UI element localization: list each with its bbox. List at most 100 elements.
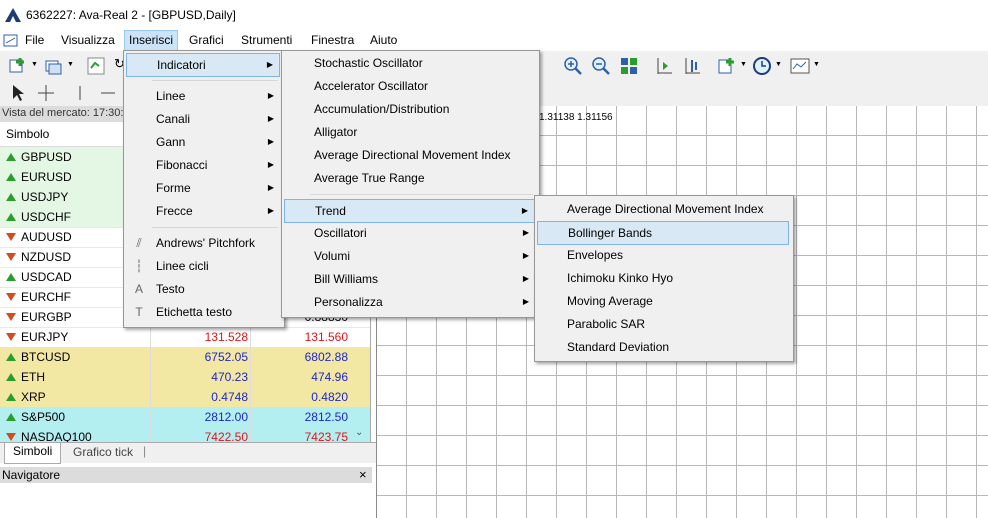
zoom-in-icon[interactable] [563,56,583,76]
menu-item-frecce[interactable]: Frecce ▶ [126,200,280,222]
menu-item-standard-deviation[interactable]: Standard Deviation [537,336,789,358]
submenu-arrow-icon: ▶ [522,251,529,260]
templates-icon[interactable] [790,56,810,76]
menu-item-label: Andrews' Pitchfork [156,236,255,250]
arrow-up-icon [6,193,16,201]
text-label-icon: T [135,305,143,319]
market-row[interactable]: XRP 0.4748 0.4820 [0,387,370,408]
menu-item-accumulation-distribution[interactable]: Accumulation/Distribution [284,98,535,120]
menu-item-volumi[interactable]: Volumi ▶ [284,245,535,267]
bid-price: 6752.05 [204,350,248,364]
market-row[interactable]: EURJPY 131.528 131.560 [0,327,370,348]
navigator-panel [0,483,372,518]
menu-item-indicatori[interactable]: Indicatori ▶ [126,53,280,77]
menu-finestra[interactable]: Finestra [311,33,354,47]
menu-item-accelerator-oscillator[interactable]: Accelerator Oscillator [284,75,535,97]
menu-inserisci[interactable]: Inserisci [124,30,179,52]
dropdown-arrow-icon[interactable]: ▼ [740,61,747,68]
vertical-line-icon[interactable] [70,83,90,103]
indicatori-submenu: Stochastic Oscillator Accelerator Oscilla… [281,50,540,318]
autoscroll-icon[interactable] [682,56,702,76]
arrow-up-icon [6,393,16,401]
dropdown-arrow-icon[interactable]: ▼ [813,61,820,68]
menu-item-bollinger-bands[interactable]: Bollinger Bands [537,221,789,245]
tab-simboli[interactable]: Simboli [4,443,62,464]
menu-item-testo[interactable]: A Testo [126,278,280,300]
menu-item-average-directional-movement-index[interactable]: Average Directional Movement Index [537,198,789,220]
menu-item-label: Personalizza [314,295,383,309]
menu-item-stochastic-oscillator[interactable]: Stochastic Oscillator [284,52,535,74]
profiles-icon[interactable] [44,56,64,76]
price-readout: 1.31138 1.31156 [539,112,613,123]
dropdown-arrow-icon[interactable]: ▼ [67,61,74,68]
menu-aiuto[interactable]: Aiuto [370,33,397,47]
menu-item-label: Ichimoku Kinko Hyo [567,271,674,285]
ask-price: 7423.75 [304,430,348,442]
menu-item-andrews-pitchfork[interactable]: ⫽ Andrews' Pitchfork [126,232,280,254]
bid-price: 7422.50 [204,430,248,442]
menu-item-forme[interactable]: Forme ▶ [126,177,280,199]
menu-item-label: Bill Williams [314,272,378,286]
menu-file[interactable]: File [25,33,44,47]
bid-price: 470.23 [211,370,248,384]
menu-grafici[interactable]: Grafici [189,33,224,47]
market-row[interactable]: ETH 470.23 474.96 [0,367,370,388]
menu-visualizza[interactable]: Visualizza [61,33,115,47]
cursor-icon[interactable] [8,83,28,103]
tab-grafico-tick[interactable]: Grafico tick [73,445,133,459]
horizontal-line-icon[interactable] [98,83,118,103]
menu-item-envelopes[interactable]: Envelopes [537,244,789,266]
menu-item-ichimoku-kinko-hyo[interactable]: Ichimoku Kinko Hyo [537,267,789,289]
menu-item-label: Indicatori [157,58,206,72]
market-row[interactable]: NASDAQ100 7422.50 7423.75 [0,427,370,442]
menu-item-alligator[interactable]: Alligator [284,121,535,143]
cycle-lines-icon: ┆ [135,259,143,273]
menu-item-moving-average[interactable]: Moving Average [537,290,789,312]
chart-shift-icon[interactable] [654,56,674,76]
indicators-list-icon[interactable] [717,56,737,76]
menu-item-linee[interactable]: Linee ▶ [126,85,280,107]
arrow-up-icon [6,273,16,281]
menu-item-label: Linee [156,89,186,103]
menu-item-fibonacci[interactable]: Fibonacci ▶ [126,154,280,176]
symbol-name: EURJPY [21,330,69,344]
menu-item-etichetta-testo[interactable]: T Etichetta testo [126,301,280,323]
new-chart-icon[interactable] [8,56,28,76]
market-watch-tabs: Simboli Grafico tick | [0,442,376,464]
market-watch-title: Vista del mercato: 17:30: [2,107,124,119]
menu-item-label: Stochastic Oscillator [314,56,423,70]
market-row[interactable]: S&P500 2812.00 2812.50 [0,407,370,428]
submenu-arrow-icon: ▶ [522,228,529,237]
bid-price: 131.528 [204,330,248,344]
market-watch-icon[interactable] [86,56,106,76]
menu-item-label: Frecce [156,204,193,218]
market-row[interactable]: BTCUSD 6752.05 6802.88 [0,347,370,368]
chart-window-icon[interactable] [3,33,18,48]
submenu-arrow-icon: ▶ [267,91,274,100]
menu-item-parabolic-sar[interactable]: Parabolic SAR [537,313,789,335]
dropdown-arrow-icon[interactable]: ▼ [31,61,38,68]
arrow-down-icon [6,313,16,321]
menu-item-linee-cicli[interactable]: ┆ Linee cicli [126,255,280,277]
menu-item-canali[interactable]: Canali ▶ [126,108,280,130]
menu-item-average-true-range[interactable]: Average True Range [284,167,535,189]
menu-item-bill-williams[interactable]: Bill Williams ▶ [284,268,535,290]
periods-clock-icon[interactable] [752,56,772,76]
zoom-out-icon[interactable] [591,56,611,76]
menu-separator [152,227,278,228]
crosshair-icon[interactable] [36,83,56,103]
close-icon[interactable]: × [359,467,367,482]
menu-item-trend[interactable]: Trend ▶ [284,199,535,223]
text-icon: A [134,282,143,296]
menu-item-oscillatori[interactable]: Oscillatori ▶ [284,222,535,244]
menu-item-gann[interactable]: Gann ▶ [126,131,280,153]
dropdown-arrow-icon[interactable]: ▼ [775,61,782,68]
menu-strumenti[interactable]: Strumenti [241,33,292,47]
menu-separator [152,80,278,81]
tile-windows-icon[interactable] [619,56,639,76]
scroll-down-icon[interactable]: ⌄ [355,427,363,438]
menu-item-average-directional-movement-index[interactable]: Average Directional Movement Index [284,144,535,166]
menu-item-personalizza[interactable]: Personalizza ▶ [284,291,535,313]
arrow-up-icon [6,213,16,221]
symbol-name: USDCHF [21,210,71,224]
